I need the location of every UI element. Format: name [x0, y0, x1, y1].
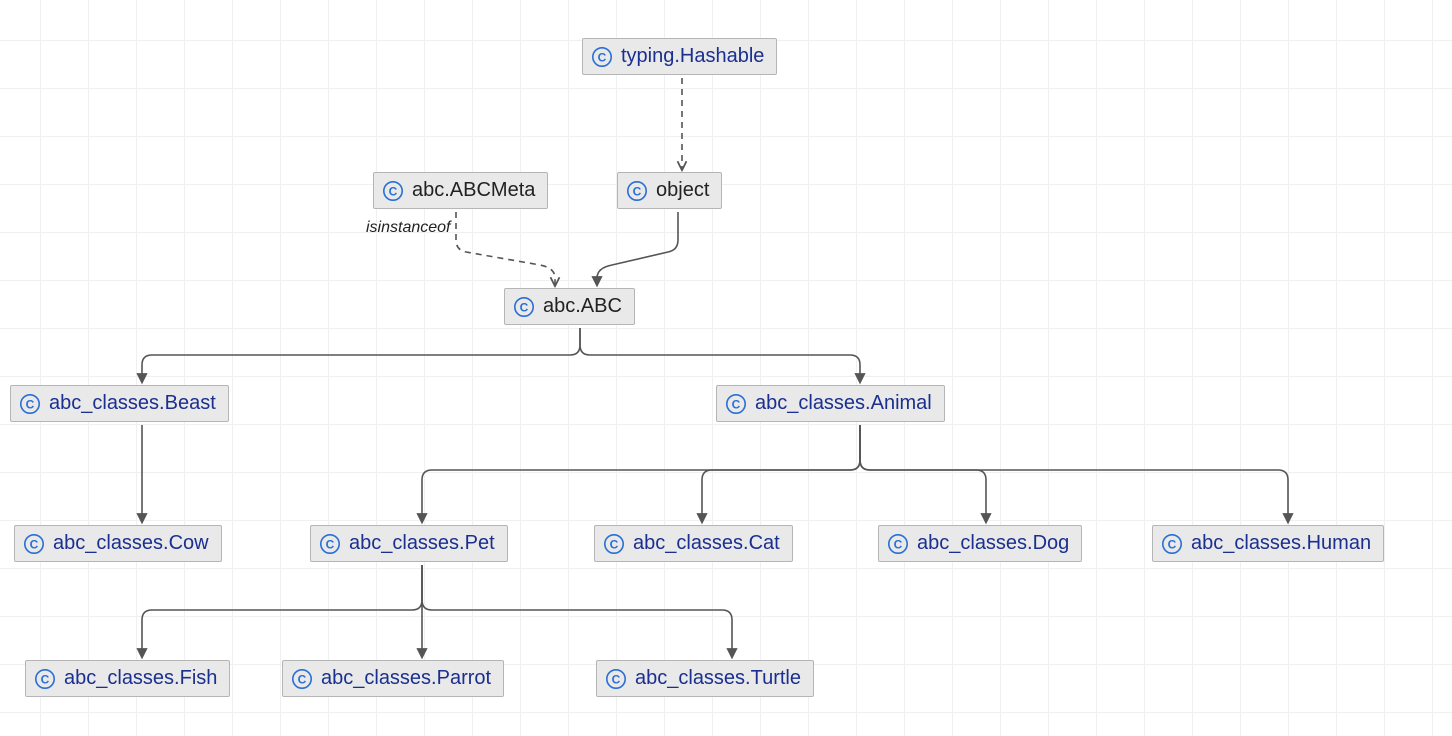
class-node-human[interactable]: Cabc_classes.Human	[1152, 525, 1384, 562]
svg-text:C: C	[732, 397, 741, 411]
svg-text:C: C	[26, 397, 35, 411]
class-node-beast[interactable]: Cabc_classes.Beast	[10, 385, 229, 422]
class-icon: C	[382, 180, 404, 202]
class-icon: C	[19, 393, 41, 415]
edge-label-isinstanceof: isinstanceof	[366, 219, 451, 237]
class-node-typing-hashable[interactable]: Ctyping.Hashable	[582, 38, 777, 75]
svg-text:C: C	[30, 537, 39, 551]
class-node-dog[interactable]: Cabc_classes.Dog	[878, 525, 1082, 562]
class-icon: C	[23, 533, 45, 555]
class-label: abc_classes.Cow	[53, 532, 209, 555]
svg-text:C: C	[326, 537, 335, 551]
class-label: abc_classes.Turtle	[635, 667, 801, 690]
class-node-abc-abc[interactable]: Cabc.ABC	[504, 288, 635, 325]
class-node-animal[interactable]: Cabc_classes.Animal	[716, 385, 945, 422]
svg-text:C: C	[894, 537, 903, 551]
class-label: abc_classes.Pet	[349, 532, 495, 555]
class-icon: C	[34, 668, 56, 690]
class-node-turtle[interactable]: Cabc_classes.Turtle	[596, 660, 814, 697]
class-node-pet[interactable]: Cabc_classes.Pet	[310, 525, 508, 562]
svg-text:C: C	[520, 300, 529, 314]
class-node-parrot[interactable]: Cabc_classes.Parrot	[282, 660, 504, 697]
svg-text:C: C	[1168, 537, 1177, 551]
class-icon: C	[605, 668, 627, 690]
class-node-cow[interactable]: Cabc_classes.Cow	[14, 525, 222, 562]
class-label: abc.ABCMeta	[412, 179, 535, 202]
diagram-canvas[interactable]: Ctyping.HashableCabc.ABCMetaCobjectCabc.…	[0, 0, 1452, 736]
class-icon: C	[513, 296, 535, 318]
class-icon: C	[1161, 533, 1183, 555]
svg-text:C: C	[633, 184, 642, 198]
class-icon: C	[603, 533, 625, 555]
svg-text:C: C	[389, 184, 398, 198]
class-label: abc_classes.Fish	[64, 667, 217, 690]
class-node-fish[interactable]: Cabc_classes.Fish	[25, 660, 230, 697]
svg-text:C: C	[612, 672, 621, 686]
class-label: object	[656, 179, 709, 202]
class-node-cat[interactable]: Cabc_classes.Cat	[594, 525, 793, 562]
class-icon: C	[591, 46, 613, 68]
class-icon: C	[626, 180, 648, 202]
class-label: abc_classes.Dog	[917, 532, 1069, 555]
svg-text:C: C	[298, 672, 307, 686]
class-label: abc_classes.Human	[1191, 532, 1371, 555]
svg-text:C: C	[610, 537, 619, 551]
class-icon: C	[319, 533, 341, 555]
class-label: abc_classes.Animal	[755, 392, 932, 415]
class-label: abc_classes.Parrot	[321, 667, 491, 690]
class-label: abc.ABC	[543, 295, 622, 318]
class-node-abc-abcmeta[interactable]: Cabc.ABCMeta	[373, 172, 548, 209]
class-label: typing.Hashable	[621, 45, 764, 68]
class-icon: C	[291, 668, 313, 690]
svg-text:C: C	[598, 50, 607, 64]
svg-text:C: C	[41, 672, 50, 686]
class-icon: C	[725, 393, 747, 415]
class-label: abc_classes.Beast	[49, 392, 216, 415]
class-node-object[interactable]: Cobject	[617, 172, 722, 209]
class-label: abc_classes.Cat	[633, 532, 780, 555]
class-icon: C	[887, 533, 909, 555]
